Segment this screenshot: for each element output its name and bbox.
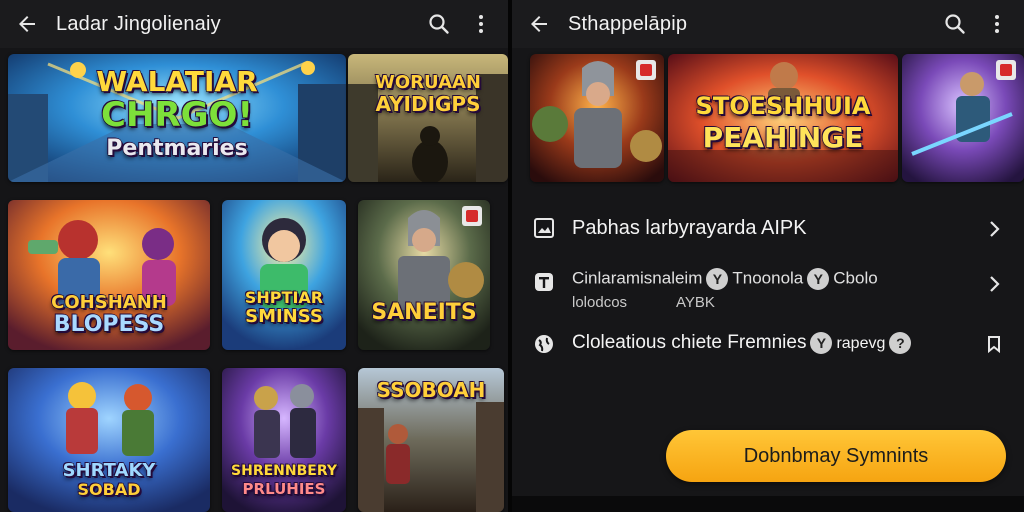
more-vert-icon[interactable] [982,9,1012,39]
primary-action-button[interactable]: Dobnbmay Symnints [666,430,1006,482]
game-tile-2-line-2: SMINSS [245,306,324,327]
page-title: Ladar Jingolienaiy [56,12,221,35]
banner-1-line-2: CHRGO! [100,95,253,135]
hero-banner-line-1: STOESHHUIA [695,92,871,120]
tag-icon [532,270,556,294]
list-item-apk[interactable]: Pabhas larbyrayarda AIPK [512,200,1024,258]
detail-sub-right: AYBK [676,294,715,311]
chip-2: ? [889,332,912,354]
hero-knight-image[interactable] [530,54,664,182]
banner-2-line-2: AYIDIGPS [375,92,481,116]
chip-1: Y [810,332,833,354]
list-item-detail-line: Cinlaramisnaleim Y Tnoonola Y Cbolo [572,268,878,290]
banner-1-line-1: WALATIAR [96,65,259,98]
list-item-details[interactable]: Cinlaramisnaleim Y Tnoonola Y Cbolo lolodcos… [512,260,1024,324]
left-app-bar: Ladar Jingolienaiy [0,0,508,48]
banner-game-1[interactable]: WALATIAR CHRGO! Pentmaries [8,54,346,182]
hero-warrior-image[interactable] [902,54,1024,182]
banner-2-line-1: WORUAAN [374,72,481,93]
image-icon [532,216,556,240]
game-tile-3[interactable]: SANEITS [358,200,490,350]
bottom-bar [512,496,1024,512]
hero-banner[interactable]: STOESHHUIA PEAHINGE [668,54,898,182]
banner-game-2[interactable]: WORUAAN AYIDIGPS [348,54,508,182]
game-tile-4-line-1: SHRTAKY [62,460,156,481]
features-mid: rapevg [836,335,886,353]
list-item-features[interactable]: Cloleatious chiete Fremnies Yrapevg? [512,318,1024,376]
game-tile-3-line-1: SANEITS [371,300,478,325]
game-tile-6[interactable]: SSOBOAH [358,368,504,512]
chevron-right-icon[interactable] [982,272,1006,296]
game-tile-1-line-1: COHSHANH [51,292,168,313]
banner-1-line-3: Pentmaries [106,136,249,161]
game-tile-6-line-1: SSOBOAH [376,378,486,402]
search-icon[interactable] [424,9,454,39]
search-icon[interactable] [940,9,970,39]
ad-badge-icon [636,60,656,80]
list-item-label: Cloleatious chiete Fremnies Yrapevg? [572,332,915,354]
bookmark-icon[interactable] [982,332,1006,356]
detail-mid: Tnoonola [732,268,804,288]
chevron-right-icon[interactable] [982,217,1006,241]
game-tile-2[interactable]: SHPTIAR SMINSS [222,200,346,350]
ad-badge-icon [462,206,482,226]
ad-badge-icon [996,60,1016,80]
game-tile-4-line-2: SOBAD [77,480,141,499]
arrow-left-icon[interactable] [12,9,42,39]
game-tile-2-line-1: SHPTIAR [244,288,324,307]
more-vert-icon[interactable] [466,9,496,39]
detail-text: Cinlaramisnaleim [572,268,703,288]
hero-banner-line-2: PEAHINGE [702,121,864,154]
game-tile-5[interactable]: SHRENNBERY PRLUHIES [222,368,346,512]
game-tile-1[interactable]: COHSHANH BLOPESS [8,200,210,350]
game-tile-1-line-2: BLOPESS [53,312,165,337]
game-tile-5-line-2: PRLUHIES [242,480,326,498]
detail-sub-left: lolodcos [572,294,628,311]
chip-2: Y [807,268,830,290]
game-tile-5-line-1: SHRENNBERY [230,463,337,479]
arrow-left-icon[interactable] [524,9,554,39]
detail-tail: Cbolo [833,268,878,288]
left-pane: Ladar Jingolienaiy WALATIAR CHRGO! Pentm… [0,0,508,512]
globe-icon [532,332,556,356]
list-item-label: Pabhas larbyrayarda AIPK [572,217,807,239]
features-text: Cloleatious chiete Fremnies [572,332,807,354]
chip-1: Y [706,268,729,290]
page-title: Sthappelāpip [568,12,688,35]
right-app-bar: Sthappelāpip [512,0,1024,48]
game-tile-4[interactable]: SHRTAKY SOBAD [8,368,210,512]
